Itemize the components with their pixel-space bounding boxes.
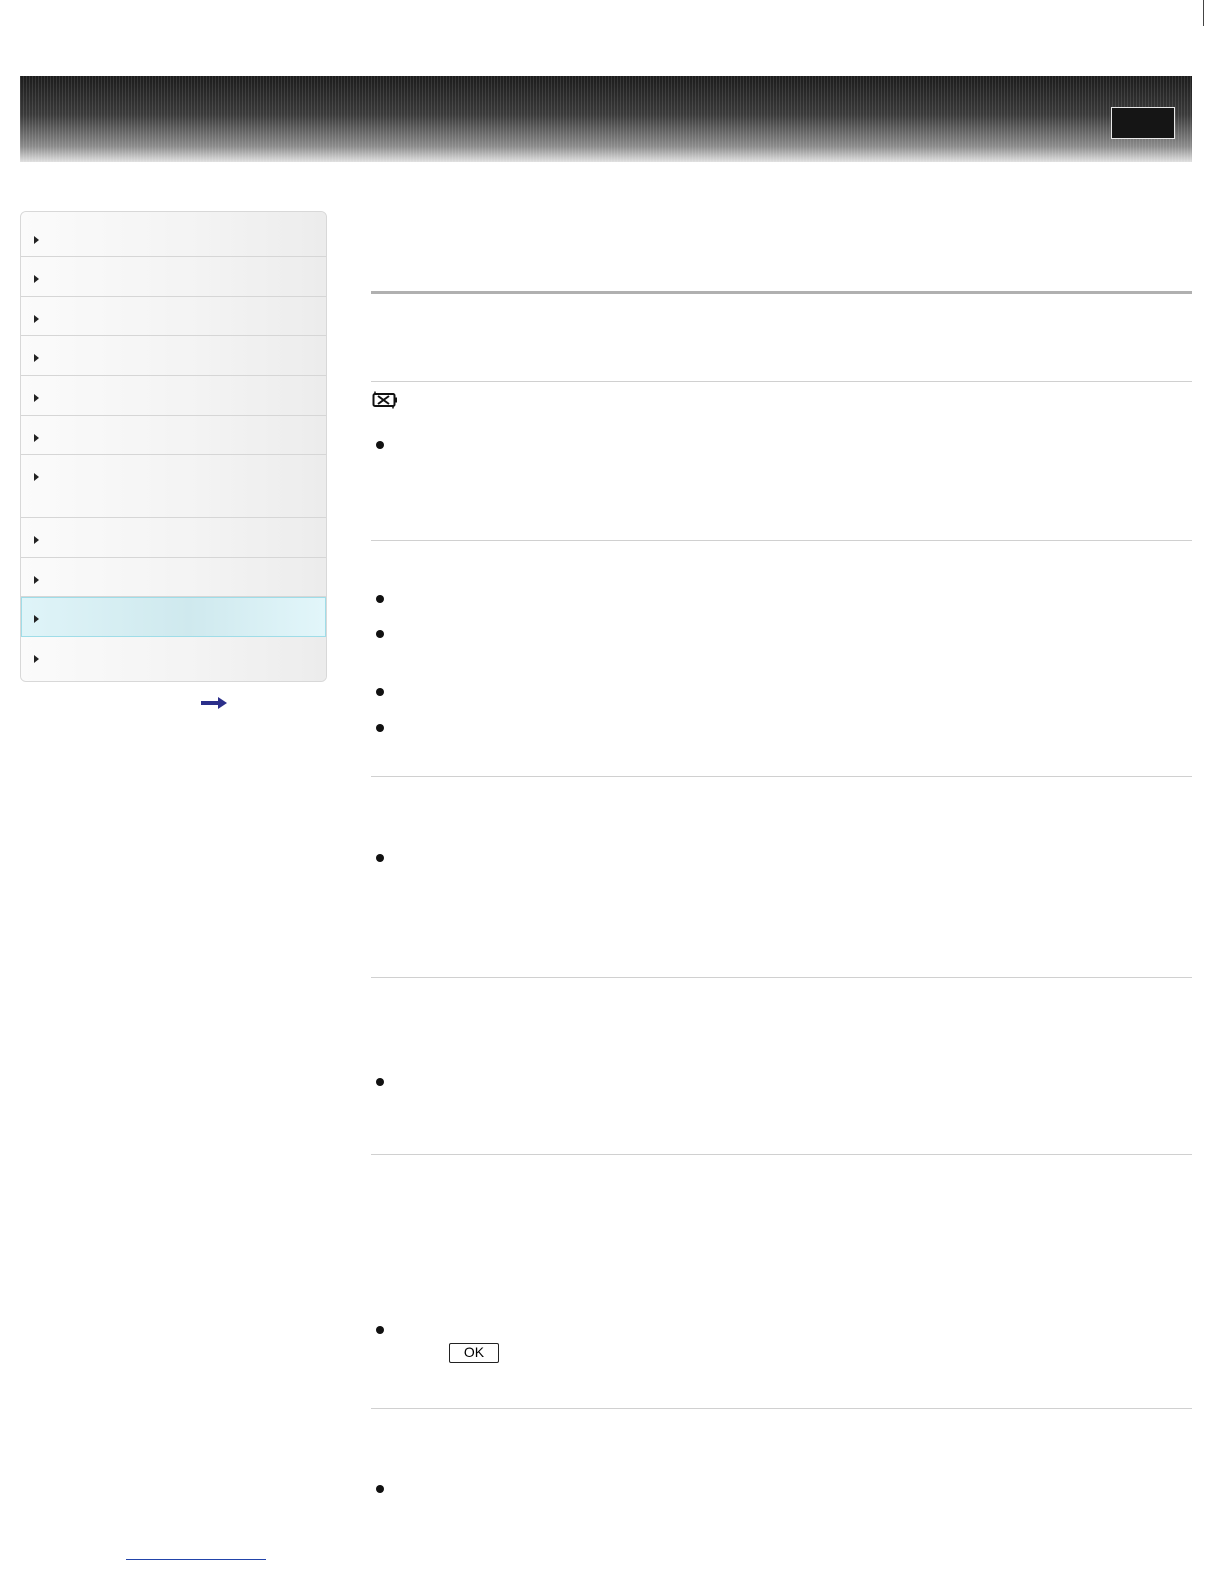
top-page-button[interactable] [1111,107,1175,139]
sidebar-item-5[interactable] [21,376,326,416]
caret-right-icon [34,434,39,442]
list-bullet [376,441,384,449]
sidebar-item-8[interactable] [21,518,326,558]
caret-right-icon [34,473,39,481]
caret-right-icon [34,354,39,362]
list-bullet [376,630,384,638]
section-divider [371,776,1192,777]
sidebar-item-3[interactable] [21,297,326,336]
battery-warning-icon [372,391,397,409]
section-divider [371,977,1192,978]
sidebar-item-1[interactable] [21,212,326,257]
sidebar-item-11[interactable] [21,637,326,681]
section-divider [371,381,1192,382]
list-bullet [376,595,384,603]
section-divider [371,540,1192,541]
caret-right-icon [34,576,39,584]
sidebar-item-6[interactable] [21,416,326,455]
bottom-link-underline[interactable] [126,1559,266,1560]
list-bullet [376,1326,384,1334]
sidebar-item-4[interactable] [21,336,326,376]
section-divider [371,1154,1192,1155]
list-bullet [376,724,384,732]
section-divider [371,1408,1192,1409]
ok-button[interactable]: OK [449,1343,499,1363]
caret-right-icon [34,655,39,663]
sidebar-item-2[interactable] [21,257,326,297]
sidebar-item-9[interactable] [21,558,326,597]
page-title-divider [371,291,1192,294]
list-bullet [376,854,384,862]
arrow-right-icon[interactable] [200,697,228,709]
caret-right-icon [34,615,39,623]
sidebar-item-10-active[interactable] [21,597,326,637]
sidebar-nav [20,211,327,682]
caret-right-icon [34,394,39,402]
caret-right-icon [34,536,39,544]
header-banner [20,76,1192,162]
list-bullet [376,1078,384,1086]
list-bullet [376,688,384,696]
sidebar-item-7[interactable] [21,455,326,518]
list-bullet [376,1485,384,1493]
caret-right-icon [34,275,39,283]
top-edge-line [1203,0,1204,26]
caret-right-icon [34,236,39,244]
caret-right-icon [34,315,39,323]
